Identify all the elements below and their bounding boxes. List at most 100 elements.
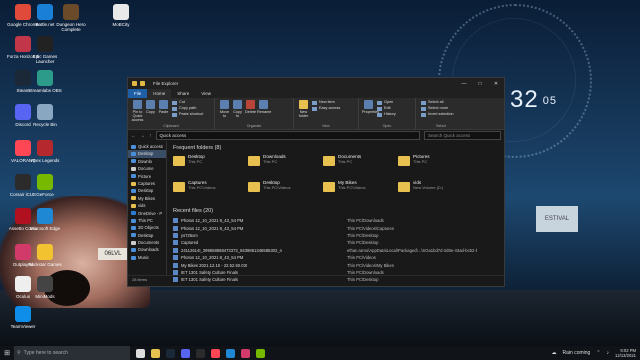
desktop-icon[interactable]: Outplayed [2,244,44,267]
paste-button[interactable]: Paste [157,100,170,114]
desktop-icon[interactable]: Streamlabs OBS [24,70,66,93]
folder-location: This PC [413,159,428,164]
frequent-folder[interactable]: Captures This PC\Videos [173,180,248,202]
up-arrow-icon[interactable]: ↑ [149,133,152,139]
desktop-icon[interactable]: Epic Games Launcher [24,36,66,64]
nav-item[interactable]: Downloads [128,246,166,253]
frequent-folders-heading[interactable]: Frequent folders (8) [173,145,498,151]
edit-button[interactable]: Edit [377,106,396,111]
history-button[interactable]: History [377,112,396,117]
recent-file-row[interactable]: 24112614I_399658868473373_84398613465853… [173,247,498,254]
nav-item[interactable]: OneDrive - P [128,210,166,217]
desktop-icon[interactable]: Microsoft Edge [24,208,66,231]
frequent-folder[interactable]: Pictures This PC [398,154,473,176]
taskbar-app-icon[interactable] [241,348,250,358]
move-to-button[interactable]: Move to [218,100,231,118]
search-input[interactable]: Search Quick access [424,131,501,140]
title-bar[interactable]: File Explorer — □ ✕ [128,78,504,89]
open-button[interactable]: Open [377,100,396,105]
frequent-folder[interactable]: Documents This PC [323,154,398,176]
maximize-button[interactable]: □ [472,81,488,87]
chevron-up-icon[interactable]: ⌃ [596,350,600,356]
taskbar-app-icon[interactable] [256,348,265,358]
save-icon[interactable] [140,81,145,86]
paste-shortcut-button[interactable]: Paste shortcut [172,112,203,117]
copy-to-icon [233,100,242,109]
taskbar-app-icon[interactable] [151,348,160,358]
nav-item[interactable]: Captures [128,180,166,187]
tab-home[interactable]: Home [147,89,172,98]
recent-file-row[interactable]: My Bikes 2021.12.10 - 22.52.50.03I This P… [173,261,498,268]
taskbar-search-input[interactable]: ⚲ Type here to search [14,346,130,360]
cut-button[interactable]: Cut [172,100,203,105]
rename-button[interactable]: Rename [257,100,271,114]
nav-item[interactable]: Quick access [128,143,166,150]
nav-item[interactable]: Documents [128,239,166,246]
new-folder-button[interactable]: New folder [297,100,310,118]
nav-item[interactable]: vids [128,202,166,209]
wallpaper-car-plate: 06LVL [98,248,128,260]
frequent-folder[interactable]: Downloads This PC [248,154,323,176]
tab-share[interactable]: Share [171,89,195,98]
nav-item[interactable]: Desktop [128,150,166,158]
select-none-button[interactable]: Select none [421,106,454,111]
minimize-button[interactable]: — [456,81,472,87]
desktop-icon[interactable]: MoBCity [100,4,142,27]
taskbar-app-icon[interactable] [166,348,175,358]
invert-selection-button[interactable]: Invert selection [421,112,454,117]
nav-item[interactable]: This PC [128,217,166,224]
recent-files-heading[interactable]: Recent files (20) [173,208,498,214]
desktop-icon[interactable]: TeamViewer [2,306,44,329]
nav-item[interactable]: Music [128,254,166,261]
taskbar-app-icon[interactable] [211,348,220,358]
forward-arrow-icon[interactable]: → [140,133,145,139]
weather-text[interactable]: Rain coming [563,350,591,356]
desktop-icon[interactable]: MiniMods [24,276,66,299]
pin-button[interactable]: Pin to Quick access [131,100,144,122]
weather-cloud-icon[interactable]: ☁ [552,350,557,356]
tab-view[interactable]: View [195,89,217,98]
properties-button[interactable]: Properties [362,100,379,114]
folder-icon[interactable] [132,81,137,86]
recent-file-row[interactable]: IET 1301 Safety Culture Finals This PC\De… [173,276,498,283]
desktop-icon[interactable]: GeForce [24,174,66,197]
copy-to-button[interactable]: Copy to [231,100,244,118]
tab-file[interactable]: File [128,89,148,98]
frequent-folder[interactable]: Desktop This PC [173,154,248,176]
taskbar-app-icon[interactable] [226,348,235,358]
nav-item[interactable]: Desktop [128,232,166,239]
recent-file-row[interactable]: ys725xm This PC\Desktop [173,232,498,239]
close-button[interactable]: ✕ [488,81,504,87]
new-item-button[interactable]: New item [312,100,340,105]
recent-file-row[interactable]: Captured This PC\Desktop [173,239,498,246]
nav-item[interactable]: Picture [128,173,166,180]
recent-file-row[interactable]: Photos 12_10_2021 8_43_54 PM This PC\Vide… [173,224,498,231]
speaker-icon[interactable]: ♪ [607,350,610,356]
nav-item[interactable]: My Bikes [128,195,166,202]
date-time[interactable]: 9:02 PM 12/13/2021 [615,348,636,358]
recent-file-row[interactable]: IET 1301 Safety Culture Finals This PC\Do… [173,269,498,276]
nav-item[interactable]: Downlo [128,158,166,165]
desktop-icon[interactable]: Dungeon Hero Complete [50,4,92,32]
taskbar-app-icon[interactable] [181,348,190,358]
copy-path-button[interactable]: Copy path [172,106,203,111]
easy-access-button[interactable]: Easy access [312,106,340,111]
nav-item[interactable]: Desktop [128,187,166,194]
address-bar[interactable]: Quick access [155,131,420,140]
desktop-icon[interactable]: Recycle Bin [24,104,66,127]
desktop-icon[interactable]: Apex Legends [24,140,66,163]
nav-item[interactable]: Docume [128,165,166,172]
frequent-folder[interactable]: Desktop This PC\Videos [248,180,323,202]
recent-file-row[interactable]: Photos 12_10_2021 8_43_54 PM This PC\Vide… [173,254,498,261]
start-windows-icon[interactable]: ⊞ [0,349,14,357]
nav-item[interactable]: 3D Objects [128,224,166,231]
frequent-folder[interactable]: My Bikes This PC\Videos [323,180,398,202]
recent-file-row[interactable]: Photos 12_10_2021 8_43_54 PM This PC\Down… [173,217,498,224]
taskbar-app-icon[interactable] [136,348,145,358]
back-arrow-icon[interactable]: ← [131,133,136,139]
taskbar-app-icon[interactable] [196,348,205,358]
frequent-folder[interactable]: vids New Volume (D:) [398,180,473,202]
copy-button[interactable]: Copy [144,100,157,114]
delete-button[interactable]: Delete [244,100,257,114]
select-all-button[interactable]: Select all [421,100,454,105]
